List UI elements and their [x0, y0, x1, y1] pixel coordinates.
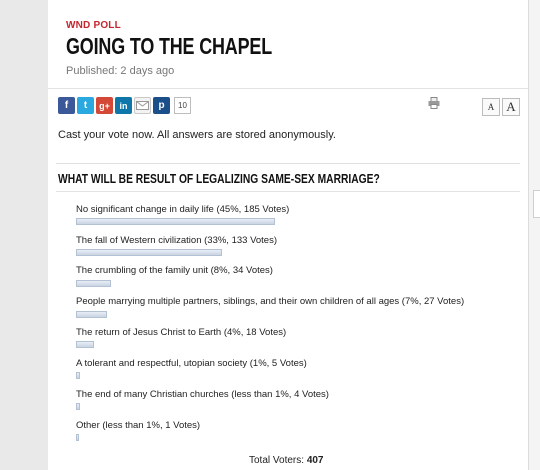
share-bar: f t g+ in p 10	[58, 97, 191, 114]
total-voters-label: Total Voters:	[249, 455, 305, 466]
poll-question: WHAT WILL BE RESULT OF LEGALIZING SAME-S…	[58, 171, 380, 186]
twitter-icon[interactable]: t	[77, 97, 94, 114]
poll-option-label: The fall of Western civilization (33%, 1…	[76, 235, 278, 246]
scroll-edge	[528, 0, 540, 470]
google-plus-icon[interactable]: g+	[96, 97, 113, 114]
poll-result-bar	[76, 372, 80, 379]
poll-option-label: The end of many Christian churches (less…	[76, 389, 329, 400]
linkedin-icon[interactable]: in	[115, 97, 132, 114]
published-date: Published: 2 days ago	[66, 65, 175, 77]
side-tab[interactable]	[533, 190, 540, 218]
page-title: GOING TO THE CHAPEL	[66, 33, 273, 59]
poll-result-bar	[76, 218, 275, 225]
font-increase-button[interactable]: A	[502, 98, 520, 116]
poll-result-bar	[76, 403, 80, 410]
facebook-icon[interactable]: f	[58, 97, 75, 114]
poll-result-bar	[76, 249, 222, 256]
poll-option-label: A tolerant and respectful, utopian socie…	[76, 358, 307, 369]
poll-option-label: The return of Jesus Christ to Earth (4%,…	[76, 327, 287, 338]
poll-option-label: Other (less than 1%, 1 Votes)	[76, 420, 201, 431]
poll-option-label: No significant change in daily life (45%…	[76, 204, 290, 215]
printer-icon[interactable]	[428, 96, 440, 109]
divider	[56, 163, 520, 164]
kicker-label: WND POLL	[66, 20, 121, 31]
pocket-icon[interactable]: p	[153, 97, 170, 114]
share-count: 10	[174, 97, 191, 114]
poll-intro: Cast your vote now. All answers are stor…	[58, 129, 336, 141]
poll-result-bar	[76, 341, 94, 348]
email-icon[interactable]	[134, 97, 151, 114]
poll-option-label: The crumbling of the family unit (8%, 34…	[76, 265, 273, 276]
poll-result-bar	[76, 280, 111, 287]
total-voters-value: 407	[306, 455, 324, 466]
poll-card: WND POLL GOING TO THE CHAPEL Published: …	[48, 0, 528, 470]
poll-option-label: People marrying multiple partners, sibli…	[76, 296, 465, 307]
font-decrease-button[interactable]: A	[482, 98, 500, 116]
poll-result-bar	[76, 434, 79, 441]
divider	[48, 88, 528, 89]
total-voters: Total Voters: 407	[249, 455, 324, 466]
poll-result-bar	[76, 311, 107, 318]
divider	[56, 191, 520, 192]
